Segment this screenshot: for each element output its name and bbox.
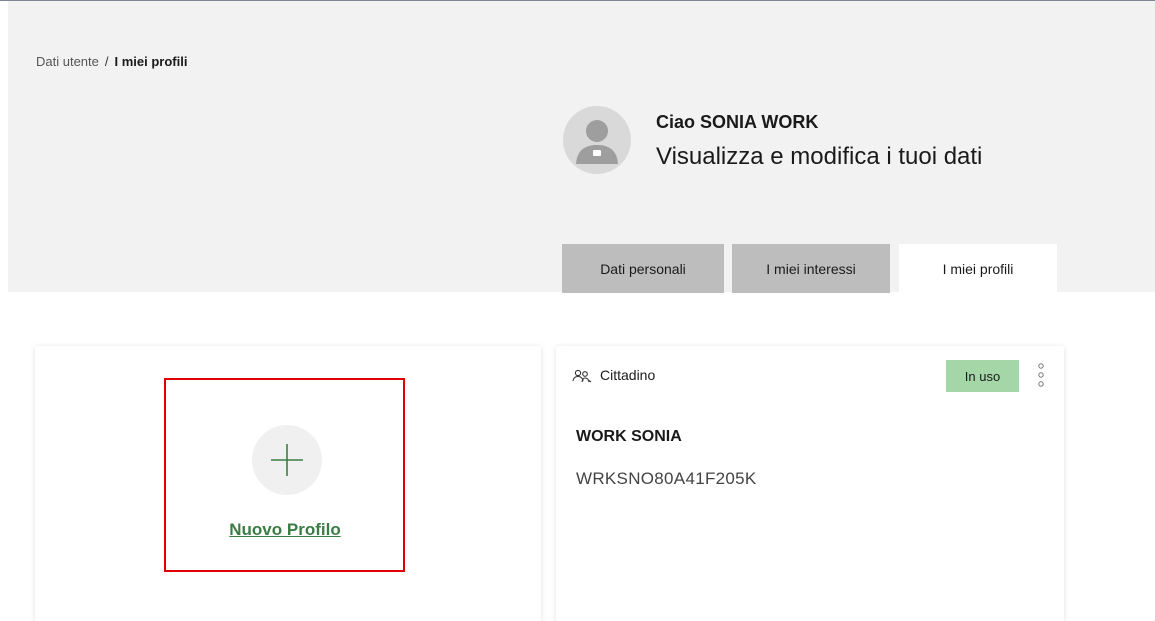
breadcrumb-current: I miei profili (114, 54, 188, 69)
new-profile-link[interactable]: Nuovo Profilo (200, 520, 370, 540)
breadcrumb: Dati utente / I miei profili (36, 54, 187, 69)
profile-role: Cittadino (600, 367, 656, 383)
status-badge: In uso (946, 360, 1019, 392)
users-icon (571, 368, 593, 389)
fiscal-code: WRKSNO80A41F205K (576, 469, 757, 488)
avatar (563, 106, 631, 174)
tab-dati-personali[interactable]: Dati personali (562, 244, 724, 293)
plus-icon (271, 444, 303, 476)
breadcrumb-separator: / (104, 54, 109, 69)
tab-miei-interessi[interactable]: I miei interessi (732, 244, 890, 293)
add-profile-button[interactable] (252, 425, 322, 495)
user-avatar-icon (576, 120, 618, 164)
page-title: Visualizza e modifica i tuoi dati (656, 143, 983, 170)
profile-name: WORK SONIA (576, 428, 682, 445)
breadcrumb-parent-link[interactable]: Dati utente (36, 54, 99, 69)
kebab-menu-icon[interactable] (1037, 362, 1045, 397)
tab-miei-profili[interactable]: I miei profili (899, 244, 1057, 293)
user-greeting: Ciao SONIA WORK (656, 112, 819, 132)
